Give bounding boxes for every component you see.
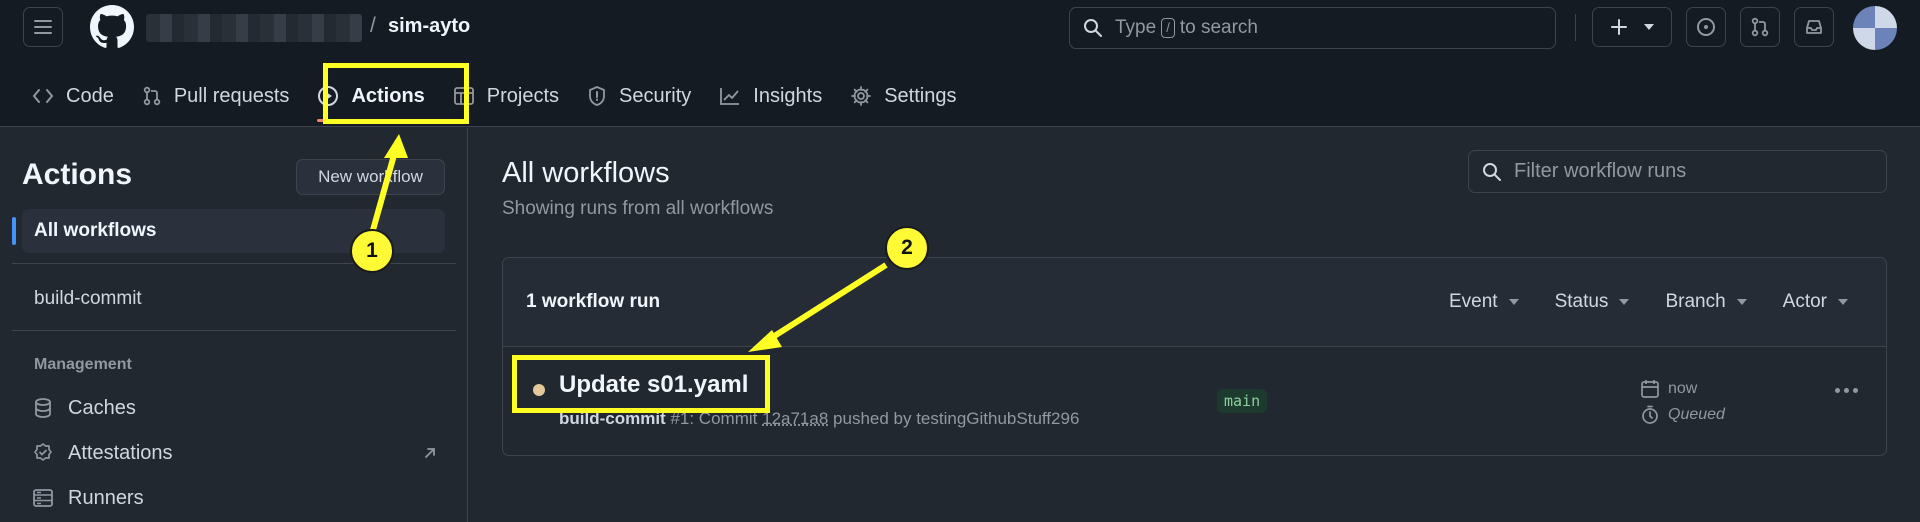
annotation-badge-2: 2 — [885, 226, 929, 270]
annotation-arrows — [370, 134, 888, 352]
annotation-badge-1: 1 — [350, 229, 394, 273]
